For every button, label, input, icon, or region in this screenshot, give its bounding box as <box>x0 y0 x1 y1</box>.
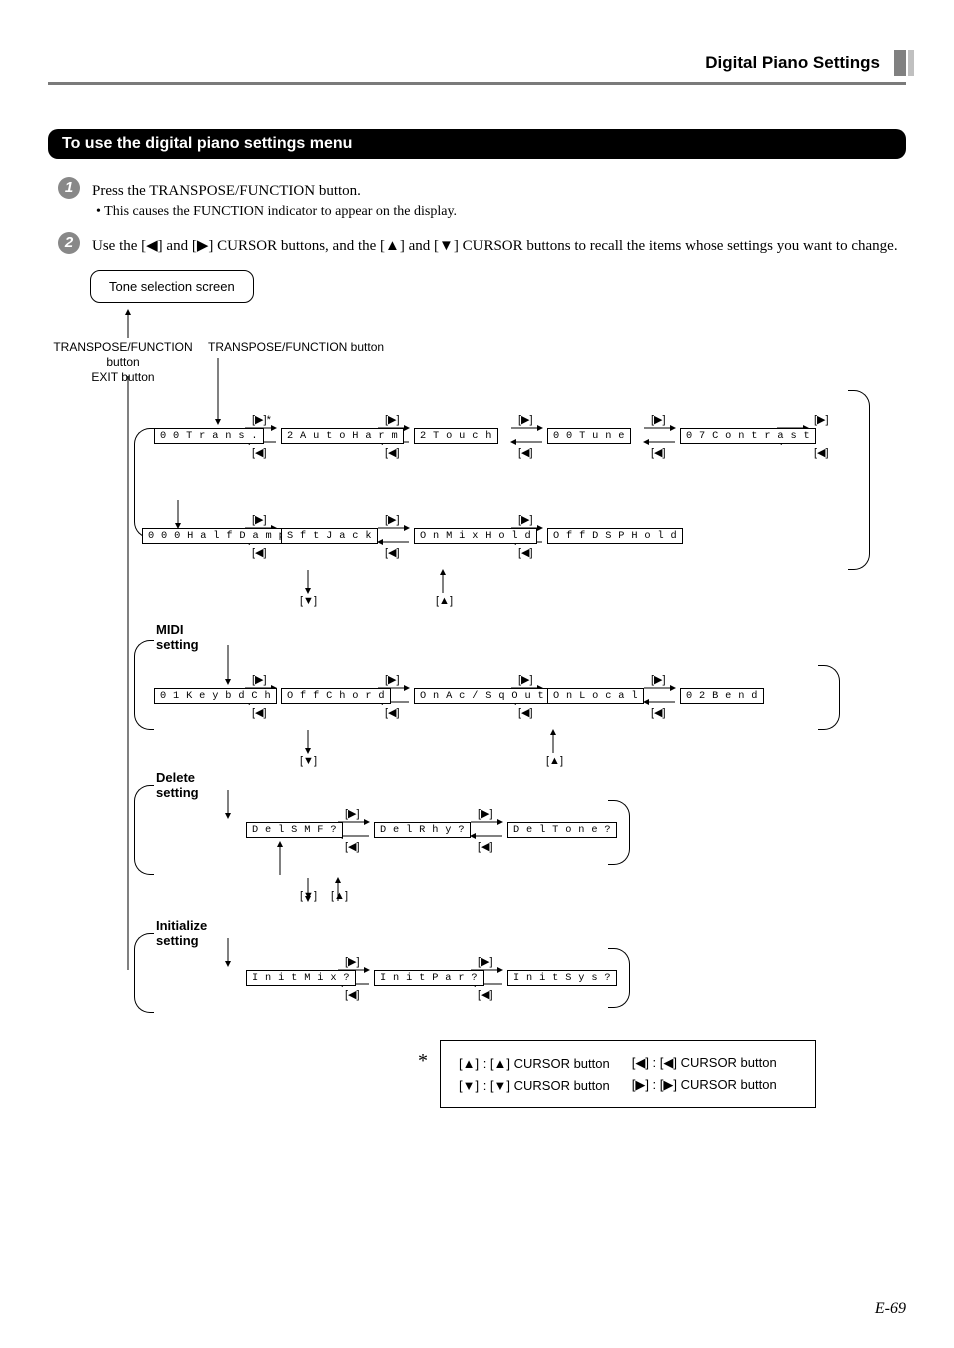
delete-label: Deletesetting <box>156 770 199 800</box>
disp-dsphold: O f f D S P H o l d <box>547 528 683 544</box>
page-number: E-69 <box>875 1300 906 1318</box>
legend-up: [▲] : [▲] CURSOR button <box>459 1053 630 1073</box>
disp-tune: 0 0 T u n e <box>547 428 631 444</box>
legend-right: [▶] : [▶] CURSOR button <box>632 1075 797 1095</box>
page-header: Digital Piano Settings <box>48 50 906 76</box>
init-label: Initializesetting <box>156 918 207 948</box>
header-rule <box>48 82 906 85</box>
legend-left: [◀] : [◀] CURSOR button <box>632 1053 797 1073</box>
step-2-text: Use the [◀] and [▶] CURSOR buttons, and … <box>92 238 898 254</box>
left-button-label: TRANSPOSE/FUNCTIONbuttonEXIT button <box>48 340 198 385</box>
disp-mixhold: O n M i x H o l d <box>414 528 537 544</box>
disp-touch: 2 T o u c h <box>414 428 498 444</box>
legend-down: [▼] : [▼] CURSOR button <box>459 1075 630 1095</box>
disp-sftjack: S f t J a c k <box>281 528 378 544</box>
disp-initpar: I n i t P a r ? <box>374 970 484 986</box>
disp-delrhy: D e l R h y ? <box>374 822 471 838</box>
disp-delsmf: D e l S M F ? <box>246 822 343 838</box>
subsection-bar: To use the digital piano settings menu <box>48 129 906 159</box>
step-1: 1 Press the TRANSPOSE/FUNCTION button. •… <box>58 181 906 222</box>
step-number-badge: 2 <box>58 232 80 254</box>
disp-autoharm: 2 A u t o H a r m <box>281 428 404 444</box>
step-1-text: Press the TRANSPOSE/FUNCTION button. <box>92 183 361 199</box>
step-1-bullet: • This causes the FUNCTION indicator to … <box>96 204 457 219</box>
top-button-label: TRANSPOSE/FUNCTION button <box>208 340 384 355</box>
legend-box: [▲] : [▲] CURSOR button [◀] : [◀] CURSOR… <box>440 1040 816 1108</box>
step-2: 2 Use the [◀] and [▶] CURSOR buttons, an… <box>58 236 906 256</box>
disp-keybdch: 0 1 K e y b d C h <box>154 688 277 704</box>
tone-selection-box: Tone selection screen <box>90 270 254 303</box>
disp-halfdamp: 0 0 0 H a l f D a m p <box>142 528 291 544</box>
disp-initmix: I n i t M i x ? <box>246 970 356 986</box>
disp-bend: 0 2 B e n d <box>680 688 764 704</box>
disp-deltone: D e l T o n e ? <box>507 822 617 838</box>
disp-trans: 0 0 T r a n s . <box>154 428 264 444</box>
disp-acsqout: O n A c / S q O u t <box>414 688 550 704</box>
legend-asterisk: * <box>418 1050 428 1073</box>
flow-diagram: Tone selection screen TRANSPOSE/FUNCTION… <box>48 270 908 1030</box>
disp-local: O n L o c a l <box>547 688 644 704</box>
disp-initsys: I n i t S y s ? <box>507 970 617 986</box>
disp-contrast: 0 7 C o n t r a s t <box>680 428 816 444</box>
midi-label: MIDIsetting <box>156 622 199 652</box>
steps-list: 1 Press the TRANSPOSE/FUNCTION button. •… <box>58 181 906 256</box>
header-end-decoration <box>894 50 906 76</box>
step-number-badge: 1 <box>58 177 80 199</box>
section-title: Digital Piano Settings <box>705 53 880 73</box>
disp-offchord: O f f C h o r d <box>281 688 391 704</box>
